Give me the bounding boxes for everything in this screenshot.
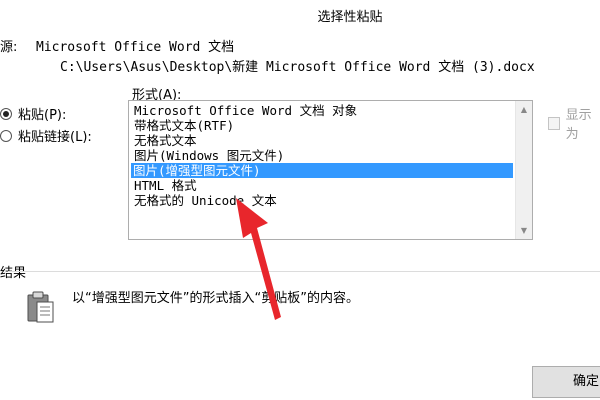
paste-link-option[interactable]: 粘贴链接(L): — [0, 126, 92, 145]
paste-link-radio-label: 粘贴链接(L): — [18, 130, 92, 145]
format-listbox[interactable]: Microsoft Office Word 文档 对象 带格式文本(RTF) 无… — [128, 100, 533, 240]
dialog-title: 选择性粘贴 — [317, 10, 383, 25]
scroll-down-icon[interactable]: ▼ — [516, 222, 532, 239]
format-item[interactable]: 无格式文本 — [132, 133, 197, 148]
paste-radio-label: 粘贴(P): — [18, 108, 67, 123]
display-as-icon-checkbox[interactable] — [548, 116, 560, 130]
display-as-icon-label: 显示为 — [565, 108, 592, 142]
source-type: Microsoft Office Word 文档 — [36, 40, 235, 55]
paste-link-radio[interactable] — [0, 129, 12, 142]
result-description: 以“增强型图元文件”的形式插入“剪贴板”的内容。 — [72, 291, 359, 306]
display-as-icon-option[interactable]: 显示为 — [548, 104, 600, 142]
source-label: 源: — [0, 40, 18, 55]
format-item[interactable]: 无格式的 Unicode 文本 — [132, 193, 277, 208]
format-item[interactable]: 带格式文本(RTF) — [132, 118, 234, 133]
paste-radio[interactable] — [0, 107, 12, 120]
result-divider — [8, 271, 600, 272]
source-path: C:\Users\Asus\Desktop\新建 Microsoft Offic… — [60, 60, 535, 75]
ok-button[interactable]: 确定 — [532, 366, 600, 398]
clipboard-icon — [27, 291, 54, 323]
format-item-selected[interactable]: 图片(增强型图元文件) — [131, 163, 513, 178]
format-item[interactable]: Microsoft Office Word 文档 对象 — [132, 103, 357, 118]
listbox-scrollbar[interactable]: ▲ ▼ — [515, 101, 532, 239]
paste-option[interactable]: 粘贴(P): — [0, 104, 66, 123]
scroll-up-icon[interactable]: ▲ — [516, 101, 532, 118]
format-item[interactable]: 图片(Windows 图元文件) — [132, 148, 284, 163]
format-item[interactable]: HTML 格式 — [132, 178, 197, 193]
paste-special-dialog: 选择性粘贴 源: Microsoft Office Word 文档 C:\Use… — [0, 0, 600, 400]
